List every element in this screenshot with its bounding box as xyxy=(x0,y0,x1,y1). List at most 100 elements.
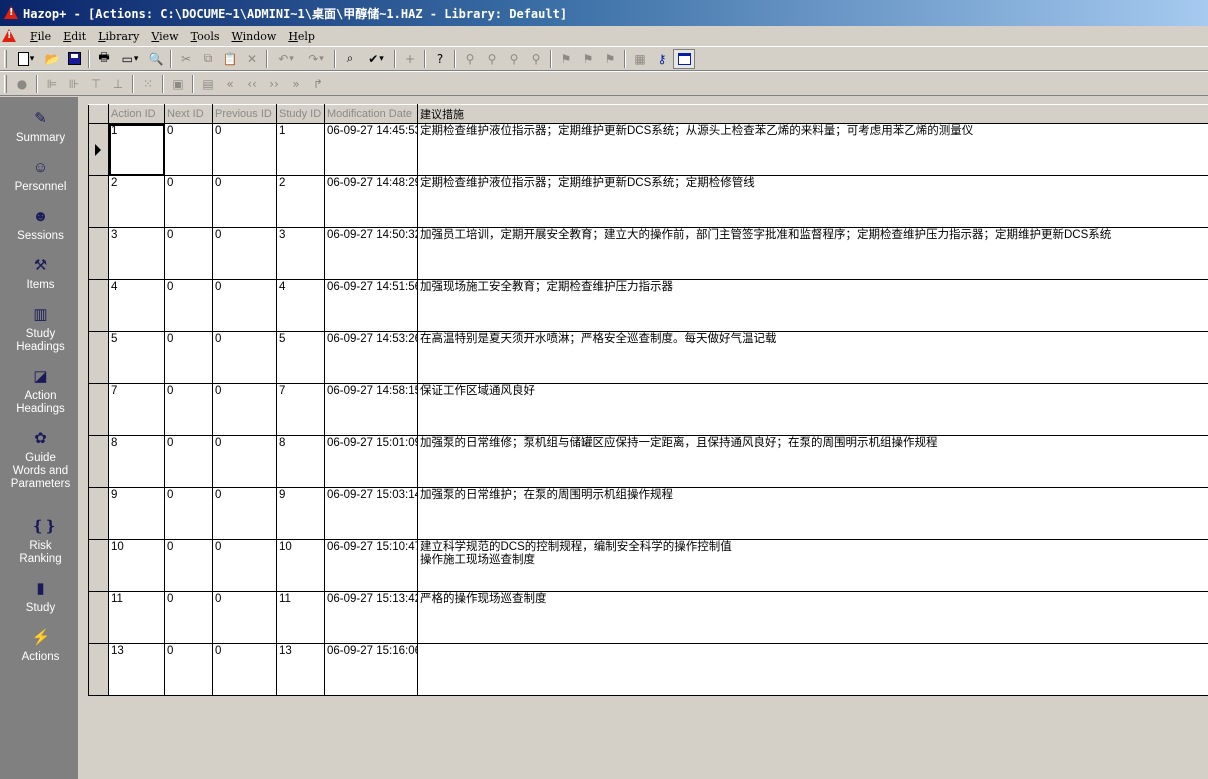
table-row[interactable]: 13 0 0 13 06-09-27 15:16:06 xyxy=(88,643,1208,696)
cell-study-id[interactable]: 2 xyxy=(276,175,325,228)
menu-edit[interactable]: Edit xyxy=(57,30,92,43)
align-center-icon[interactable]: ⊪ xyxy=(63,74,85,94)
help-icon[interactable]: ? xyxy=(429,49,451,69)
cell-action[interactable]: 加强现场施工安全教育；定期检查维护压力指示器 xyxy=(417,279,1208,332)
menu-file[interactable]: File xyxy=(24,30,57,43)
cell-next-id[interactable]: 0 xyxy=(164,643,213,696)
column-header[interactable]: Study ID xyxy=(276,104,325,124)
save-icon[interactable] xyxy=(63,49,85,69)
cell-study-id[interactable]: 9 xyxy=(276,487,325,540)
column-header[interactable]: Modification Date xyxy=(324,104,418,124)
cell-study-id[interactable]: 4 xyxy=(276,279,325,332)
table-icon[interactable]: ▦ xyxy=(629,49,651,69)
cell-study-id[interactable]: 1 xyxy=(276,123,325,176)
print-preview-icon[interactable]: 🔍 xyxy=(145,49,167,69)
cell-next-id[interactable]: 0 xyxy=(164,175,213,228)
align-bottom-icon[interactable]: ⊥ xyxy=(107,74,129,94)
flag-icon[interactable]: ⚑ xyxy=(555,49,577,69)
cell-action[interactable]: 保证工作区域通风良好 xyxy=(417,383,1208,436)
previous-icon[interactable]: ‹‹ xyxy=(241,74,263,94)
toolbar-grip[interactable] xyxy=(4,74,7,93)
cell-date[interactable]: 06-09-27 15:10:47 xyxy=(324,539,418,592)
cell-previous-id[interactable]: 0 xyxy=(212,331,277,384)
open-icon[interactable]: 📂 xyxy=(41,49,63,69)
menu-window[interactable]: Window xyxy=(226,30,283,43)
column-header[interactable]: Previous ID xyxy=(212,104,277,124)
page-setup-icon[interactable]: ▭ xyxy=(115,49,145,69)
flag-add-icon[interactable]: ⚑ xyxy=(577,49,599,69)
menu-library[interactable]: Library xyxy=(92,30,145,43)
cell-date[interactable]: 06-09-27 14:48:29 xyxy=(324,175,418,228)
cell-action-id[interactable]: 4 xyxy=(108,279,165,332)
menu-tools[interactable]: Tools xyxy=(185,30,226,43)
table-row[interactable]: 7 0 0 7 06-09-27 14:58:15 保证工作区域通风良好 xyxy=(88,383,1208,436)
table-row[interactable]: 3 0 0 3 06-09-27 14:50:32 加强员工培训，定期开展安全教育；建立大… xyxy=(88,227,1208,280)
redo-icon[interactable]: ↷ xyxy=(301,49,331,69)
cell-action-id[interactable]: 1 xyxy=(108,123,165,176)
copy-icon[interactable]: ⧉ xyxy=(197,49,219,69)
hazop-app-icon[interactable] xyxy=(4,6,18,20)
table-row[interactable]: 4 0 0 4 06-09-27 14:51:56 加强现场施工安全教育；定期检查维护压力… xyxy=(88,279,1208,332)
print-icon[interactable]: 🖶 xyxy=(93,49,115,69)
align-top-icon[interactable]: ⊤ xyxy=(85,74,107,94)
sidebar-item-sessions[interactable]: ☻ Sessions xyxy=(0,208,81,243)
row-selector-header[interactable] xyxy=(88,104,109,124)
column-header[interactable]: Action ID xyxy=(108,104,165,124)
cell-previous-id[interactable]: 0 xyxy=(212,435,277,488)
cell-date[interactable]: 06-09-27 14:50:32 xyxy=(324,227,418,280)
record-icon[interactable]: ● xyxy=(11,74,33,94)
calendar-icon[interactable] xyxy=(673,48,695,69)
cell-action[interactable]: 加强员工培训，定期开展安全教育；建立大的操作前，部门主管签字批准和监督程序；定期… xyxy=(417,227,1208,280)
cell-next-id[interactable]: 0 xyxy=(164,487,213,540)
cell-date[interactable]: 06-09-27 14:58:15 xyxy=(324,383,418,436)
row-selector[interactable] xyxy=(88,539,109,592)
toolbar-grip[interactable] xyxy=(4,49,7,68)
sidebar-item-personnel[interactable]: ☺ Personnel xyxy=(0,159,81,194)
cell-next-id[interactable]: 0 xyxy=(164,331,213,384)
cell-study-id[interactable]: 8 xyxy=(276,435,325,488)
sidebar-item-study-headings[interactable]: ▥ Study Headings xyxy=(0,306,81,354)
row-selector[interactable] xyxy=(88,435,109,488)
cell-study-id[interactable]: 3 xyxy=(276,227,325,280)
table-row[interactable]: 11 0 0 11 06-09-27 15:13:42 严格的操作现场巡查制度 xyxy=(88,591,1208,644)
cell-previous-id[interactable]: 0 xyxy=(212,643,277,696)
cut-icon[interactable]: ✂ xyxy=(175,49,197,69)
cell-action[interactable]: 在高温特别是夏天须开水喷淋；严格安全巡查制度。每天做好气温记载 xyxy=(417,331,1208,384)
cell-action-id[interactable]: 7 xyxy=(108,383,165,436)
bookmark-icon[interactable]: ▤ xyxy=(197,74,219,94)
cell-action-id[interactable]: 9 xyxy=(108,487,165,540)
cell-previous-id[interactable]: 0 xyxy=(212,279,277,332)
link-icon[interactable]: ⚲ xyxy=(459,49,481,69)
link-multi-icon[interactable]: ⚲ xyxy=(481,49,503,69)
cell-study-id[interactable]: 10 xyxy=(276,539,325,592)
menu-view[interactable]: View xyxy=(145,30,184,43)
cell-action-id[interactable]: 8 xyxy=(108,435,165,488)
unlink-icon[interactable]: ⚲ xyxy=(503,49,525,69)
table-row[interactable]: 2 0 0 2 06-09-27 14:48:29 定期检查维护液位指示器；定期维护更新D… xyxy=(88,175,1208,228)
table-row[interactable]: 9 0 0 9 06-09-27 15:03:14 加强泵的日常维护；在泵的周围明示机组操… xyxy=(88,487,1208,540)
menu-help[interactable]: Help xyxy=(282,30,321,43)
cell-action[interactable]: 加强泵的日常维护；在泵的周围明示机组操作规程 xyxy=(417,487,1208,540)
row-selector[interactable] xyxy=(88,279,109,332)
frame-icon[interactable]: ▣ xyxy=(167,74,189,94)
cell-date[interactable]: 06-09-27 15:03:14 xyxy=(324,487,418,540)
cell-study-id[interactable]: 13 xyxy=(276,643,325,696)
cell-action-id[interactable]: 11 xyxy=(108,591,165,644)
cell-previous-id[interactable]: 0 xyxy=(212,487,277,540)
cell-study-id[interactable]: 7 xyxy=(276,383,325,436)
cell-action-id[interactable]: 5 xyxy=(108,331,165,384)
undo-icon[interactable]: ↶ xyxy=(271,49,301,69)
find-icon[interactable]: ⌕ xyxy=(339,49,361,69)
cell-next-id[interactable]: 0 xyxy=(164,383,213,436)
goto-icon[interactable]: ↱ xyxy=(307,74,329,94)
cell-next-id[interactable]: 0 xyxy=(164,123,213,176)
grid-icon[interactable]: ⁙ xyxy=(137,74,159,94)
sidebar-item-study[interactable]: ▮ Study xyxy=(0,580,81,615)
cell-action[interactable]: 加强泵的日常维修；泵机组与储罐区应保持一定距离，且保持通风良好；在泵的周围明示机… xyxy=(417,435,1208,488)
cell-action-id[interactable]: 2 xyxy=(108,175,165,228)
add-icon[interactable]: + xyxy=(399,49,421,69)
cell-date[interactable]: 06-09-27 14:51:56 xyxy=(324,279,418,332)
key-icon[interactable]: ⚷ xyxy=(651,49,673,69)
cell-action-id[interactable]: 10 xyxy=(108,539,165,592)
cell-next-id[interactable]: 0 xyxy=(164,591,213,644)
